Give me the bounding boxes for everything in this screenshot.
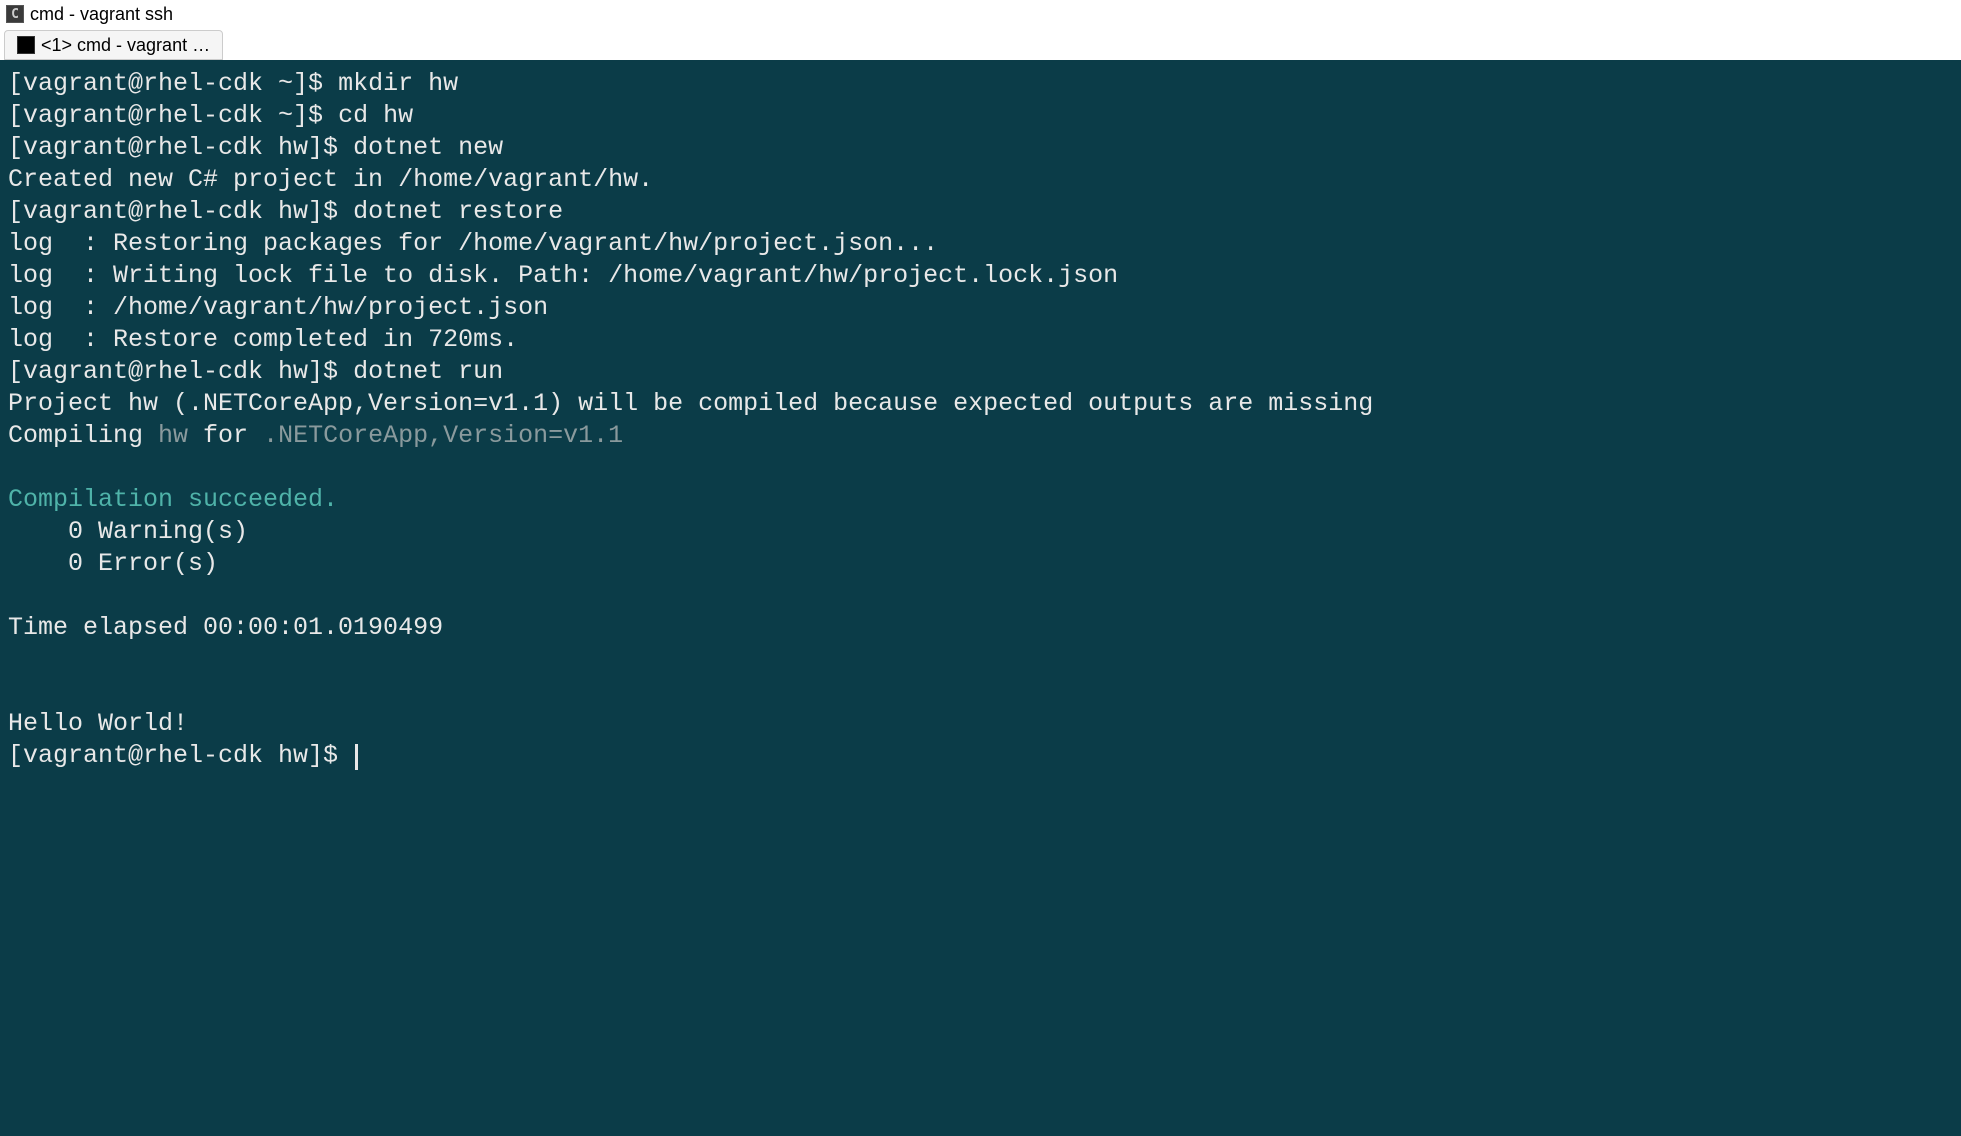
compile-target: .NETCoreApp,Version=v1.1 bbox=[263, 421, 623, 450]
terminal-line: Compilation succeeded. bbox=[8, 484, 1953, 516]
shell-command: dotnet restore bbox=[353, 197, 563, 226]
compile-project: hw bbox=[158, 421, 188, 450]
shell-prompt: [vagrant@rhel-cdk ~]$ bbox=[8, 101, 338, 130]
compile-text: for bbox=[188, 421, 263, 450]
window-title: cmd - vagrant ssh bbox=[30, 4, 173, 25]
shell-command: dotnet new bbox=[353, 133, 503, 162]
app-icon: C bbox=[6, 5, 24, 23]
terminal-line bbox=[8, 676, 1953, 708]
shell-prompt: [vagrant@rhel-cdk hw]$ bbox=[8, 741, 353, 770]
terminal-line: Hello World! bbox=[8, 708, 1953, 740]
terminal-line: Created new C# project in /home/vagrant/… bbox=[8, 164, 1953, 196]
terminal-line bbox=[8, 644, 1953, 676]
shell-command: cd hw bbox=[338, 101, 413, 130]
shell-prompt: [vagrant@rhel-cdk hw]$ bbox=[8, 197, 353, 226]
terminal-line: Compiling hw for .NETCoreApp,Version=v1.… bbox=[8, 420, 1953, 452]
terminal-line: 0 Error(s) bbox=[8, 548, 1953, 580]
cursor bbox=[355, 744, 358, 770]
terminal-line: log : Restore completed in 720ms. bbox=[8, 324, 1953, 356]
terminal-line: Time elapsed 00:00:01.0190499 bbox=[8, 612, 1953, 644]
terminal-line: 0 Warning(s) bbox=[8, 516, 1953, 548]
shell-prompt: [vagrant@rhel-cdk ~]$ bbox=[8, 69, 338, 98]
terminal-line: log : Restoring packages for /home/vagra… bbox=[8, 228, 1953, 260]
terminal-icon bbox=[17, 36, 35, 54]
terminal-line: [vagrant@rhel-cdk ~]$ cd hw bbox=[8, 100, 1953, 132]
tab-label: <1> cmd - vagrant … bbox=[41, 35, 210, 56]
shell-command: dotnet run bbox=[353, 357, 503, 386]
compile-text: Compiling bbox=[8, 421, 158, 450]
terminal-line bbox=[8, 580, 1953, 612]
shell-prompt: [vagrant@rhel-cdk hw]$ bbox=[8, 357, 353, 386]
terminal-output[interactable]: [vagrant@rhel-cdk ~]$ mkdir hw[vagrant@r… bbox=[0, 60, 1961, 1136]
success-message: Compilation succeeded. bbox=[8, 485, 338, 514]
terminal-line: log : Writing lock file to disk. Path: /… bbox=[8, 260, 1953, 292]
terminal-line: [vagrant@rhel-cdk hw]$ dotnet restore bbox=[8, 196, 1953, 228]
terminal-line: [vagrant@rhel-cdk hw]$ dotnet new bbox=[8, 132, 1953, 164]
terminal-line: [vagrant@rhel-cdk ~]$ mkdir hw bbox=[8, 68, 1953, 100]
window-titlebar: C cmd - vagrant ssh bbox=[0, 0, 1961, 28]
tab-bar: <1> cmd - vagrant … bbox=[0, 28, 1961, 60]
terminal-line bbox=[8, 452, 1953, 484]
tab-cmd[interactable]: <1> cmd - vagrant … bbox=[4, 30, 223, 60]
terminal-line: [vagrant@rhel-cdk hw]$ dotnet run bbox=[8, 356, 1953, 388]
shell-command: mkdir hw bbox=[338, 69, 458, 98]
terminal-line: Project hw (.NETCoreApp,Version=v1.1) wi… bbox=[8, 388, 1953, 420]
shell-prompt: [vagrant@rhel-cdk hw]$ bbox=[8, 133, 353, 162]
terminal-line: [vagrant@rhel-cdk hw]$ bbox=[8, 740, 1953, 772]
terminal-line: log : /home/vagrant/hw/project.json bbox=[8, 292, 1953, 324]
